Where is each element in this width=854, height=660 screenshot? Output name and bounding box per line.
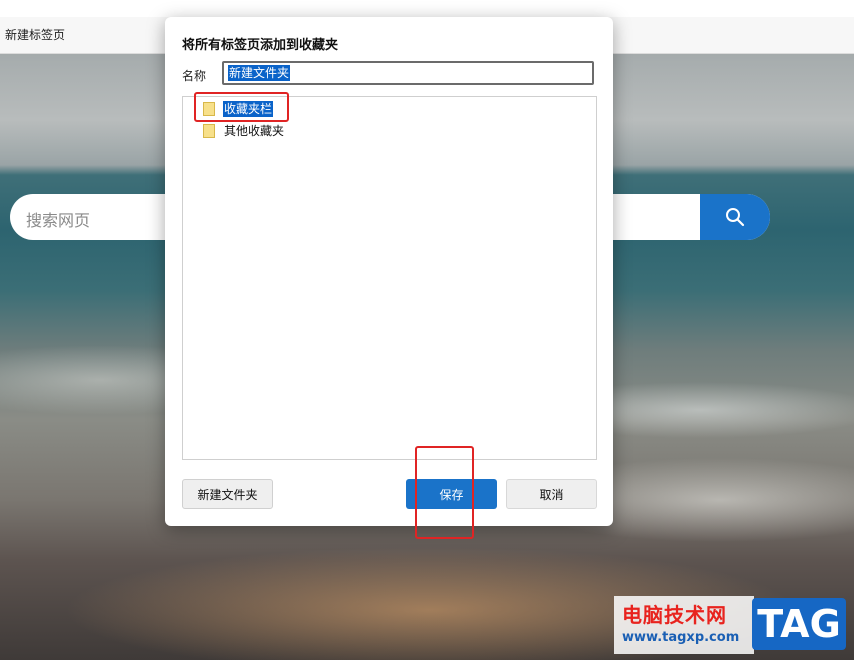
window-top-strip (0, 0, 854, 17)
annotation-highlight-save (415, 446, 474, 539)
search-input[interactable]: 搜索网页 (26, 207, 90, 231)
watermark-site-name: 电脑技术网 (622, 603, 727, 627)
folder-icon (203, 124, 215, 138)
cancel-button[interactable]: 取消 (506, 479, 597, 509)
name-label: 名称 (182, 69, 207, 83)
search-icon (726, 208, 745, 227)
new-folder-button[interactable]: 新建文件夹 (182, 479, 273, 509)
folder-tree[interactable]: 收藏夹栏 其他收藏夹 (182, 96, 597, 460)
search-button[interactable] (700, 194, 770, 240)
name-field-value[interactable]: 新建文件夹 (228, 65, 291, 81)
tab-new-tab[interactable]: 新建标签页 (5, 26, 65, 43)
annotation-highlight-favorites-bar (194, 92, 289, 122)
watermark-url: www.tagxp.com (622, 630, 740, 645)
dialog-title: 将所有标签页添加到收藏夹 (182, 38, 339, 53)
watermark-logo: TAG (752, 598, 846, 650)
folder-item-label: 其他收藏夹 (224, 124, 285, 138)
watermark: 电脑技术网 www.tagxp.com TAG (614, 596, 846, 654)
